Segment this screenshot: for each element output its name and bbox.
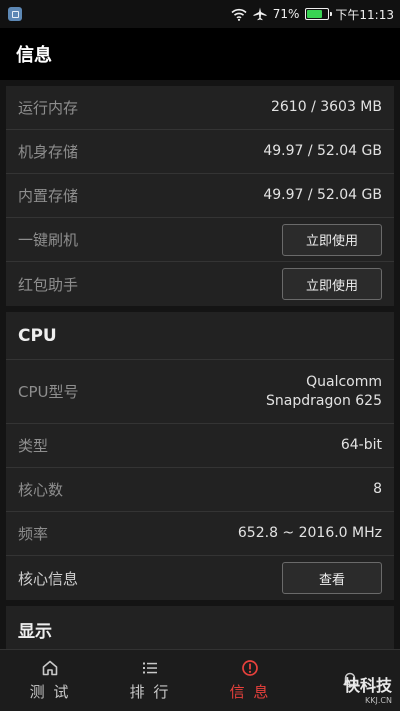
builtin-storage-label: 内置存储 [18, 187, 79, 205]
cpu-type-value: 64-bit [340, 437, 382, 453]
red-packet-row: 红包助手 立即使用 [6, 262, 394, 306]
display-card: 显示 [6, 606, 394, 649]
display-section-title: 显示 [6, 606, 394, 649]
cpu-type-row: 类型 64-bit [6, 424, 394, 468]
info-alert-icon [242, 660, 258, 676]
battery-icon [305, 8, 333, 20]
status-right: 71% 下午11:13 [231, 6, 394, 23]
cpu-model-row: CPU型号 Qualcomm Snapdragon 625 [6, 360, 394, 424]
airplane-mode-icon [253, 7, 267, 21]
builtin-storage-row: 内置存储 49.97 / 52.04 GB [6, 174, 394, 218]
nav-tab-test[interactable]: 测 试 [0, 650, 100, 711]
status-left [8, 7, 22, 21]
nav-tab-test-label: 测 试 [29, 683, 71, 701]
watermark-logo-text: 快科技 [343, 676, 392, 695]
cpu-cores-row: 核心数 8 [6, 468, 394, 512]
internal-storage-value: 49.97 / 52.04 GB [263, 143, 382, 159]
battery-fill [307, 10, 322, 18]
cpu-card: CPU CPU型号 Qualcomm Snapdragon 625 类型 64-… [6, 312, 394, 600]
watermark: 快科技 KKJ.CN [344, 672, 392, 705]
nav-tab-info-label: 信 息 [229, 683, 271, 701]
info-scroll-area[interactable]: 运行内存 2610 / 3603 MB 机身存储 49.97 / 52.04 G… [0, 80, 400, 649]
cpu-cores-label: 核心数 [18, 481, 64, 499]
cpu-type-label: 类型 [18, 437, 49, 455]
red-packet-button[interactable]: 立即使用 [282, 268, 382, 300]
page-title: 信息 [16, 45, 52, 66]
cpu-freq-value: 652.8 ~ 2016.0 MHz [237, 525, 382, 541]
cpu-freq-row: 频率 652.8 ~ 2016.0 MHz [6, 512, 394, 556]
ram-label: 运行内存 [18, 99, 79, 117]
bottom-nav: 测 试 排 行 信 息 [0, 649, 400, 711]
status-bar: 71% 下午11:13 [0, 0, 400, 28]
view-core-info-button[interactable]: 查看 [282, 562, 382, 594]
cpu-model-value: Qualcomm Snapdragon 625 [266, 373, 382, 411]
ram-row: 运行内存 2610 / 3603 MB [6, 86, 394, 130]
one-key-flash-row: 一键刷机 立即使用 [6, 218, 394, 262]
core-info-label: 核心信息 [18, 569, 79, 588]
nav-tab-info[interactable]: 信 息 [200, 650, 300, 711]
home-icon [42, 660, 58, 676]
cpu-model-label: CPU型号 [18, 383, 79, 401]
app-notification-icon [8, 7, 22, 21]
cpu-freq-label: 频率 [18, 525, 49, 543]
list-icon [143, 662, 157, 674]
status-time: 下午11:13 [335, 7, 394, 22]
cpu-section-title: CPU [6, 312, 394, 360]
red-packet-label: 红包助手 [18, 275, 79, 294]
one-key-flash-label: 一键刷机 [18, 231, 79, 249]
wifi-icon [231, 8, 247, 21]
ram-value: 2610 / 3603 MB [270, 99, 382, 115]
nav-tab-ranking[interactable]: 排 行 [100, 650, 200, 711]
internal-storage-label: 机身存储 [18, 143, 79, 161]
internal-storage-row: 机身存储 49.97 / 52.04 GB [6, 130, 394, 174]
watermark-domain: KKJ.CN [365, 696, 392, 705]
nav-tab-ranking-label: 排 行 [129, 683, 171, 701]
cpu-model-line-2: Snapdragon 625 [266, 392, 382, 409]
battery-percent: 71% [272, 7, 300, 21]
app-header: 信息 [0, 28, 400, 80]
storage-card: 运行内存 2610 / 3603 MB 机身存储 49.97 / 52.04 G… [6, 86, 394, 306]
core-info-row: 核心信息 查看 [6, 556, 394, 600]
one-key-flash-button[interactable]: 立即使用 [282, 223, 382, 256]
builtin-storage-value: 49.97 / 52.04 GB [263, 187, 382, 203]
cpu-cores-value: 8 [373, 481, 382, 497]
cpu-model-line-1: Qualcomm [306, 373, 382, 390]
